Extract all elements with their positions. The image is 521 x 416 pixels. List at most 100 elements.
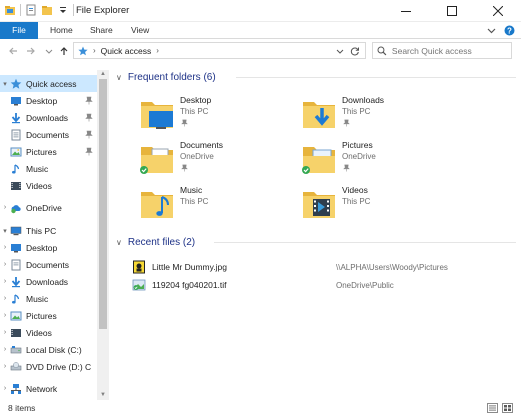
nav-item-pc-music[interactable]: › Music <box>0 290 97 307</box>
properties-icon[interactable] <box>25 4 37 16</box>
nav-item-pc-desktop[interactable]: › Desktop <box>0 239 97 256</box>
recent-locations-button[interactable] <box>42 43 56 59</box>
chevron-down-icon <box>45 49 53 54</box>
jpg-file-icon <box>133 260 145 274</box>
breadcrumb-chevron-icon[interactable]: › <box>156 46 159 55</box>
expand-chevron-icon[interactable]: ▾ <box>0 80 10 88</box>
nav-item-desktop[interactable]: Desktop <box>0 92 97 109</box>
nav-item-label: Desktop <box>26 242 58 253</box>
folder-name: Documents <box>180 140 223 150</box>
expand-chevron-icon[interactable]: › <box>0 312 10 319</box>
folder-tile-downloads[interactable]: Downloads This PC <box>300 94 450 134</box>
nav-item-pc-documents[interactable]: › Documents <box>0 256 97 273</box>
back-button[interactable] <box>6 43 20 59</box>
search-input[interactable] <box>391 45 511 56</box>
expand-chevron-icon[interactable]: › <box>0 244 10 251</box>
nav-item-quick-access[interactable]: ▾ Quick access <box>0 75 97 92</box>
collapse-chevron-icon[interactable]: ∨ <box>116 73 122 82</box>
pictures-icon <box>10 147 22 156</box>
breadcrumb[interactable]: Quick access <box>101 46 152 56</box>
nav-item-pc-videos[interactable]: › Videos <box>0 324 97 341</box>
folder-name: Desktop <box>180 95 212 105</box>
close-button[interactable] <box>475 0 521 22</box>
nav-item-videos[interactable]: Videos <box>0 177 97 194</box>
nav-item-network[interactable]: › Network <box>0 380 97 397</box>
tif-file-icon <box>132 279 146 291</box>
nav-item-dvd-drive[interactable]: › DVD Drive (D:) C <box>0 358 97 375</box>
minimize-button[interactable] <box>383 0 429 22</box>
search-box[interactable] <box>372 42 512 59</box>
nav-item-music[interactable]: Music <box>0 160 97 177</box>
expand-chevron-icon[interactable]: › <box>0 346 10 353</box>
file-name: Little Mr Dummy.jpg <box>152 262 227 272</box>
nav-item-label: Desktop <box>26 95 58 106</box>
tab-home[interactable]: Home <box>40 22 83 39</box>
expand-chevron-icon[interactable]: › <box>0 278 10 285</box>
documents-folder-icon <box>140 147 173 174</box>
large-icons-view-icon[interactable] <box>502 403 513 413</box>
up-button[interactable] <box>57 43 71 59</box>
scroll-down-arrow-icon[interactable]: ▼ <box>97 391 109 400</box>
expand-chevron-icon[interactable]: › <box>0 385 10 392</box>
nav-item-pc-pictures[interactable]: › Pictures <box>0 307 97 324</box>
star-icon <box>10 78 22 89</box>
file-row[interactable]: 119204 fg040201.tif OneDrive\Public <box>132 278 512 292</box>
details-view-icon[interactable] <box>487 403 498 413</box>
nav-item-label: Documents <box>26 259 69 270</box>
breadcrumb-chevron-icon[interactable]: › <box>93 46 96 55</box>
network-icon <box>11 383 21 394</box>
nav-item-pictures[interactable]: Pictures <box>0 143 97 160</box>
file-row[interactable]: Little Mr Dummy.jpg \\ALPHA\Users\Woody\… <box>132 260 512 274</box>
nav-item-this-pc[interactable]: ▾ This PC <box>0 222 97 239</box>
folder-tile-pictures[interactable]: Pictures OneDrive <box>300 139 450 179</box>
tab-file[interactable]: File <box>0 22 38 39</box>
new-folder-icon[interactable] <box>41 4 53 16</box>
scroll-up-arrow-icon[interactable]: ▲ <box>97 70 109 79</box>
folder-tile-documents[interactable]: Documents OneDrive <box>138 139 288 179</box>
download-arrow-icon <box>11 112 21 123</box>
tab-share[interactable]: Share <box>80 22 123 39</box>
refresh-icon[interactable] <box>350 46 360 56</box>
expand-chevron-icon[interactable]: › <box>0 261 10 268</box>
nav-item-label: Network <box>26 383 58 394</box>
group-header-recent-files[interactable]: ∨ Recent files (2) <box>116 234 516 250</box>
expand-chevron-icon[interactable]: › <box>0 363 10 370</box>
nav-item-documents[interactable]: Documents <box>0 126 97 143</box>
customize-toolbar-icon[interactable] <box>57 4 69 16</box>
folder-tile-desktop[interactable]: Desktop This PC <box>138 94 288 134</box>
nav-item-local-disk[interactable]: › Local Disk (C:) <box>0 341 97 358</box>
back-arrow-icon <box>9 47 17 55</box>
group-header-label: Recent files (2) <box>127 236 196 248</box>
collapse-chevron-icon[interactable]: ∨ <box>116 238 122 247</box>
window-title: File Explorer <box>76 5 130 16</box>
expand-chevron-icon[interactable]: › <box>0 295 10 302</box>
toolbar-separator <box>73 4 74 16</box>
help-icon[interactable]: ? <box>504 25 515 36</box>
navigation-scrollbar[interactable]: ▲ ▼ <box>97 70 109 400</box>
toolbar-separator <box>20 4 21 16</box>
scrollbar-thumb[interactable] <box>99 79 107 329</box>
expand-ribbon-icon[interactable] <box>487 26 496 35</box>
forward-arrow-icon <box>27 47 35 55</box>
nav-item-pc-downloads[interactable]: › Downloads <box>0 273 97 290</box>
pin-icon <box>343 119 350 127</box>
folder-tile-music[interactable]: Music This PC <box>138 184 288 224</box>
address-bar[interactable]: › Quick access › <box>73 42 366 59</box>
music-note-icon <box>12 163 20 173</box>
nav-item-downloads[interactable]: Downloads <box>0 109 97 126</box>
videos-icon <box>11 181 21 190</box>
nav-item-onedrive[interactable]: › OneDrive <box>0 199 97 216</box>
forward-button[interactable] <box>24 43 38 59</box>
maximize-button[interactable] <box>429 0 475 22</box>
folder-tile-videos[interactable]: Videos This PC <box>300 184 450 224</box>
pin-icon <box>181 119 188 127</box>
tab-view[interactable]: View <box>121 22 159 39</box>
file-explorer-icon[interactable] <box>4 4 16 16</box>
expand-chevron-icon[interactable]: ▾ <box>0 227 10 235</box>
up-arrow-icon <box>60 47 68 55</box>
group-header-frequent-folders[interactable]: ∨ Frequent folders (6) <box>116 69 516 85</box>
address-dropdown-icon[interactable] <box>336 47 344 55</box>
expand-chevron-icon[interactable]: › <box>0 329 10 336</box>
expand-chevron-icon[interactable]: › <box>0 204 10 211</box>
folder-location: OneDrive <box>180 152 214 161</box>
